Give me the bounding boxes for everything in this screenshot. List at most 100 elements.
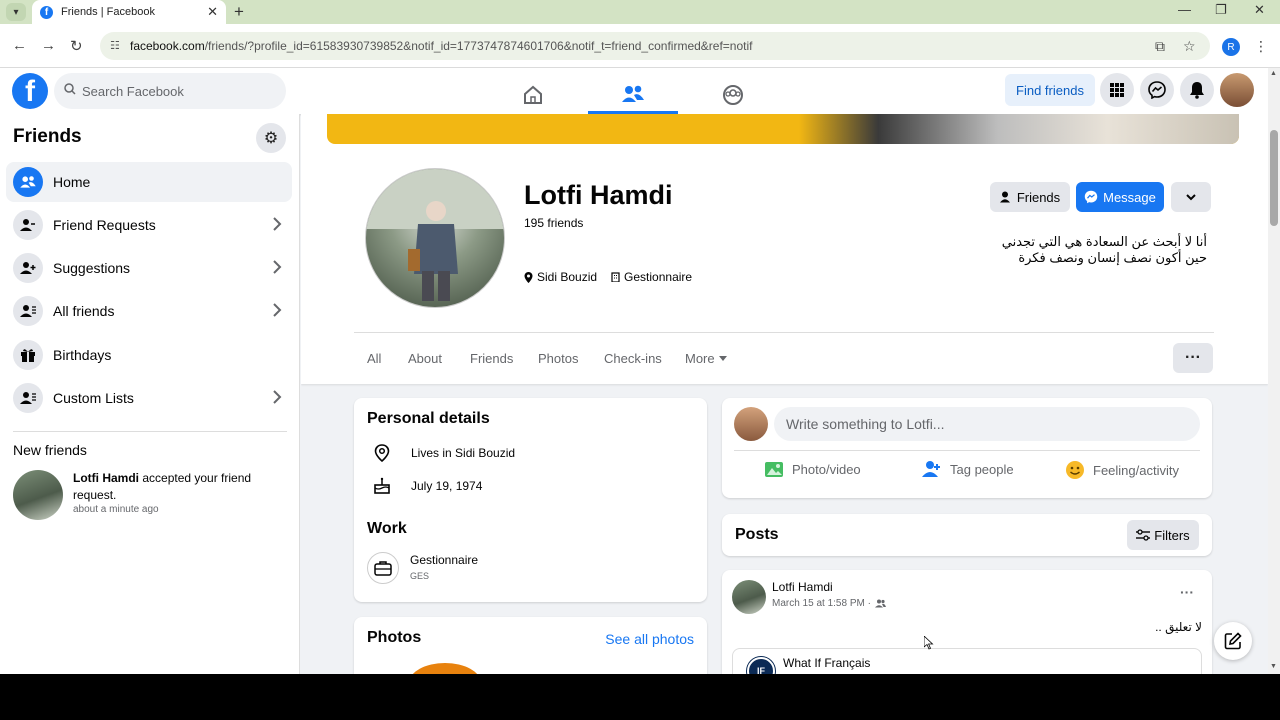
browser-profile-avatar[interactable]: R xyxy=(1222,38,1240,56)
tag-people-label: Tag people xyxy=(950,461,1014,477)
chevron-down-icon xyxy=(1186,193,1196,200)
briefcase-icon xyxy=(367,552,399,584)
post-timestamp[interactable]: March 15 at 1:58 PM · xyxy=(772,598,871,609)
scrollbar-thumb[interactable] xyxy=(1270,130,1278,226)
work-name[interactable]: Gestionnaire xyxy=(410,553,478,567)
search-placeholder: Search Facebook xyxy=(82,83,184,99)
composer-input[interactable]: Write something to Lotfi... xyxy=(774,407,1200,441)
photo-video-button[interactable]: Photo/video xyxy=(764,460,861,478)
location-pin-icon xyxy=(374,444,390,462)
friend-request-icon xyxy=(13,210,43,240)
back-icon[interactable]: ← xyxy=(12,37,27,54)
reload-icon[interactable]: ↻ xyxy=(70,37,83,55)
find-friends-button[interactable]: Find friends xyxy=(1005,74,1095,106)
new-friend-avatar[interactable] xyxy=(13,470,63,520)
photos-card: Photos See all photos xyxy=(354,617,707,674)
messenger-button[interactable] xyxy=(1140,73,1174,107)
install-app-icon[interactable]: ⧉ xyxy=(1155,38,1165,55)
message-button[interactable]: Message xyxy=(1076,182,1164,212)
tab-friends[interactable]: Friends xyxy=(470,351,513,366)
profile-main: Lotfi Hamdi 195 friends Sidi Bouzid Gest… xyxy=(301,114,1268,674)
site-info-icon[interactable]: ☷ xyxy=(110,39,120,52)
tab-close-icon[interactable]: ✕ xyxy=(207,4,218,20)
sidebar-item-home[interactable]: Home xyxy=(6,162,292,202)
tab-all[interactable]: All xyxy=(367,351,381,366)
birthday-text: July 19, 1974 xyxy=(411,479,483,493)
more-options-button[interactable] xyxy=(1171,182,1211,212)
tag-people-icon xyxy=(922,461,940,477)
shared-page-name[interactable]: What If Français xyxy=(783,656,870,670)
friends-tab[interactable] xyxy=(588,76,678,114)
groups-tab[interactable] xyxy=(688,76,778,114)
minimize-icon[interactable]: — xyxy=(1178,2,1191,17)
new-tab-button[interactable]: + xyxy=(234,2,244,22)
sidebar-item-suggestions[interactable]: Suggestions xyxy=(6,248,292,288)
profile-friends-count[interactable]: 195 friends xyxy=(524,216,583,230)
mouse-cursor-icon xyxy=(924,636,934,650)
new-message-button[interactable] xyxy=(1214,622,1252,660)
work-heading: Work xyxy=(367,520,407,537)
scroll-down-arrow-icon[interactable]: ▼ xyxy=(1270,663,1277,670)
profile-more-menu-button[interactable]: ··· xyxy=(1173,343,1213,373)
sidebar-item-all-friends[interactable]: All friends xyxy=(6,291,292,331)
scroll-up-arrow-icon[interactable]: ▲ xyxy=(1270,70,1277,77)
post-author-name[interactable]: Lotfi Hamdi xyxy=(772,580,833,594)
shared-content[interactable]: IF What If Français xyxy=(732,648,1202,674)
search-input[interactable]: Search Facebook xyxy=(54,73,286,109)
sidebar-item-label: Home xyxy=(53,174,91,190)
sidebar-item-birthdays[interactable]: Birthdays xyxy=(6,335,292,375)
chevron-right-icon xyxy=(273,390,282,404)
menu-grid-button[interactable] xyxy=(1100,73,1134,107)
friend-check-icon xyxy=(999,191,1010,203)
feeling-activity-button[interactable]: Feeling/activity xyxy=(1065,460,1179,480)
sidebar-item-custom-lists[interactable]: Custom Lists xyxy=(6,378,292,418)
post-author-avatar[interactable] xyxy=(732,580,766,614)
see-all-photos-link[interactable]: See all photos xyxy=(605,631,694,647)
account-avatar[interactable] xyxy=(1220,73,1254,107)
forward-icon[interactable]: → xyxy=(41,37,56,54)
maximize-icon[interactable]: ❐ xyxy=(1215,2,1227,18)
window-close-icon[interactable]: ✕ xyxy=(1254,2,1265,18)
filters-button[interactable]: Filters xyxy=(1127,520,1199,550)
sidebar-item-friend-requests[interactable]: Friend Requests xyxy=(6,205,292,245)
browser-tab-active[interactable]: f Friends | Facebook ✕ xyxy=(32,0,226,24)
browser-menu-icon[interactable]: ⋮ xyxy=(1254,38,1268,55)
add-friend-icon xyxy=(13,253,43,283)
tag-people-button[interactable]: Tag people xyxy=(922,460,1014,478)
post-options-button[interactable]: ··· xyxy=(1180,584,1194,600)
photo-video-label: Photo/video xyxy=(792,461,861,477)
photos-heading: Photos xyxy=(367,629,422,646)
address-bar[interactable]: ☷ facebook.com/friends/?profile_id=61583… xyxy=(100,32,1210,60)
personal-details-heading: Personal details xyxy=(367,410,490,427)
sidebar-item-label: Friend Requests xyxy=(53,217,156,233)
facebook-logo-icon[interactable]: f xyxy=(12,73,48,109)
home-tab[interactable] xyxy=(488,76,578,114)
compose-edit-icon xyxy=(1224,632,1242,650)
notifications-button[interactable] xyxy=(1180,73,1214,107)
new-friend-notification[interactable]: Lotfi Hamdi accepted your friend request… xyxy=(73,470,283,504)
tab-photos[interactable]: Photos xyxy=(538,351,578,366)
sidebar-divider xyxy=(13,431,287,432)
friends-status-button[interactable]: Friends xyxy=(990,182,1070,212)
profile-intro-line: Sidi Bouzid Gestionnaire xyxy=(524,270,692,284)
filter-sliders-icon xyxy=(1136,529,1151,541)
tab-search-button[interactable]: ▾ xyxy=(6,3,26,21)
birthday-cake-icon xyxy=(374,477,390,494)
feeling-activity-label: Feeling/activity xyxy=(1093,462,1179,478)
settings-gear-icon[interactable]: ⚙ xyxy=(256,123,286,153)
post-composer: Write something to Lotfi... Photo/video … xyxy=(722,398,1212,498)
tab-about[interactable]: About xyxy=(408,351,442,366)
cover-photo-image xyxy=(799,114,1239,144)
tab-more[interactable]: More xyxy=(685,351,727,366)
photo-thumbnail[interactable] xyxy=(409,663,481,674)
page-scrollbar[interactable]: ▲ ▼ xyxy=(1268,68,1280,674)
building-icon xyxy=(611,272,620,282)
chevron-right-icon xyxy=(273,303,282,317)
tab-check-ins[interactable]: Check-ins xyxy=(604,351,662,366)
profile-picture[interactable] xyxy=(365,168,505,308)
sidebar-item-label: Birthdays xyxy=(53,347,112,363)
friends-audience-icon xyxy=(874,599,886,608)
bookmark-star-icon[interactable]: ☆ xyxy=(1183,38,1196,55)
cover-photo[interactable] xyxy=(327,114,1239,144)
header-divider xyxy=(354,332,1214,333)
